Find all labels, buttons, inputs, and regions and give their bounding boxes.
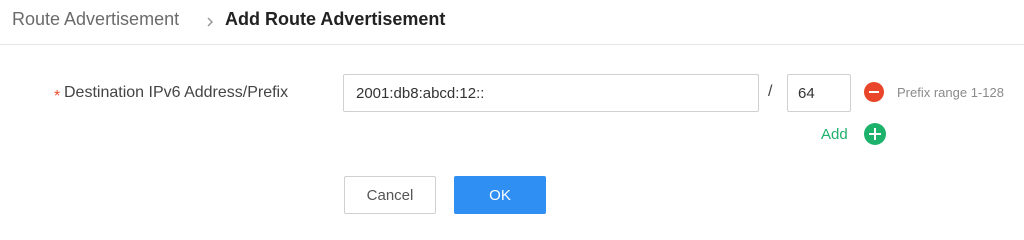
prefix-length-input[interactable] — [787, 74, 851, 112]
breadcrumb-parent-link[interactable]: Route Advertisement — [12, 9, 179, 30]
prefix-range-hint: Prefix range 1-128 — [897, 85, 1004, 100]
add-entry-link[interactable]: Add — [821, 126, 848, 143]
page: Route Advertisement Add Route Advertisem… — [0, 0, 1024, 221]
chevron-right-icon — [203, 15, 217, 29]
plus-circle-icon[interactable] — [864, 123, 886, 145]
cancel-button[interactable]: Cancel — [344, 176, 436, 214]
required-marker: * — [54, 88, 61, 105]
prefix-separator: / — [768, 83, 773, 100]
destination-field-label: Destination IPv6 Address/Prefix — [64, 84, 289, 101]
ok-button[interactable]: OK — [454, 176, 546, 214]
minus-circle-icon[interactable] — [864, 82, 884, 102]
destination-address-input[interactable] — [343, 74, 759, 112]
breadcrumb: Route Advertisement Add Route Advertisem… — [0, 0, 1024, 45]
page-title: Add Route Advertisement — [225, 9, 446, 29]
